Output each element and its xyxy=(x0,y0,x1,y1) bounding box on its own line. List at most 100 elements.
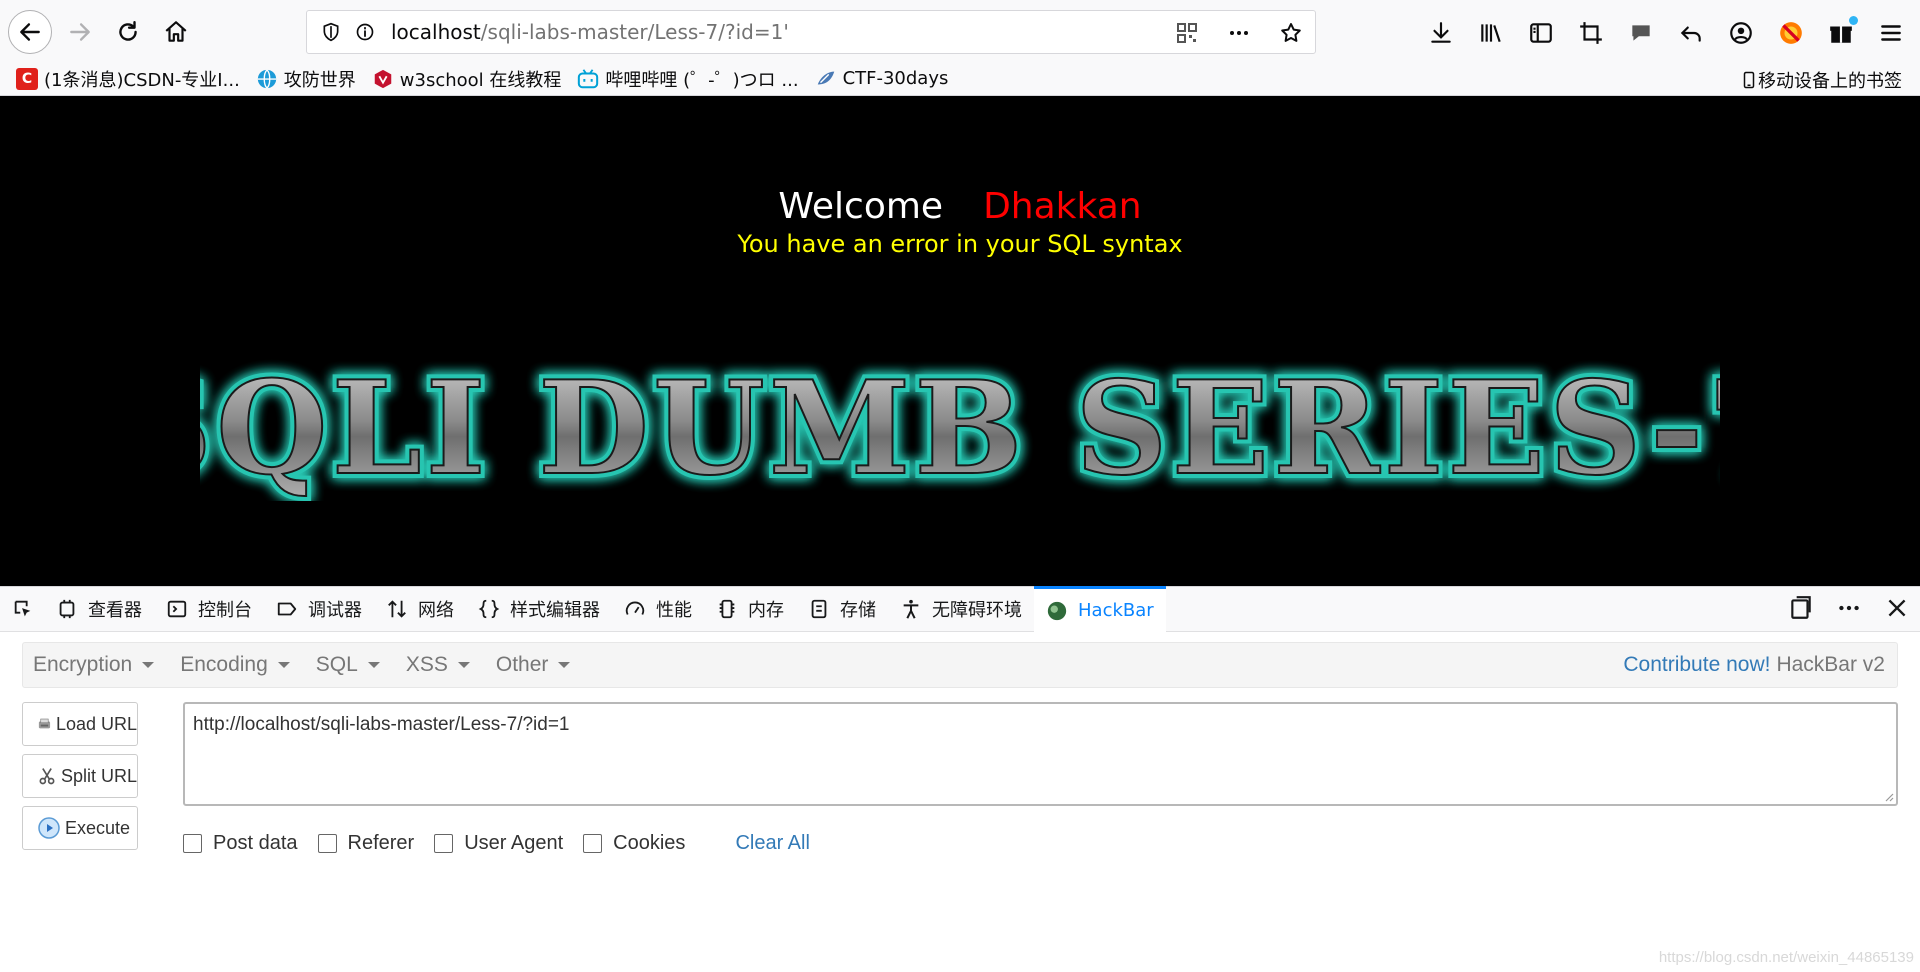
tab-console[interactable]: 控制台 xyxy=(154,586,264,632)
bookmarks-toolbar: C (1条消息)CSDN-专业I... 攻防世界 w3school 在线教程 哔… xyxy=(0,62,1920,96)
user-agent-checkbox[interactable] xyxy=(434,834,454,853)
network-icon xyxy=(388,600,406,618)
extensions-button[interactable] xyxy=(1828,16,1858,46)
option-label: Referer xyxy=(347,832,415,854)
dropdown-caret-icon xyxy=(367,662,380,668)
bookmark-label: CTF-30days xyxy=(842,68,949,89)
bookmark-ctf-30days[interactable]: CTF-30days xyxy=(815,68,949,90)
sidebar-button[interactable] xyxy=(1528,20,1554,46)
screenshot-button[interactable] xyxy=(1578,20,1604,46)
library-button[interactable] xyxy=(1478,20,1504,46)
tracking-protection-icon[interactable] xyxy=(321,22,341,42)
chat-bubble-icon xyxy=(1632,25,1650,41)
mobile-bookmarks-label: 移动设备上的书签 xyxy=(1758,71,1902,92)
account-button[interactable] xyxy=(1728,20,1754,46)
menu-encoding[interactable]: Encoding xyxy=(170,653,306,677)
library-icon xyxy=(1481,24,1501,43)
url-host: localhost xyxy=(391,20,481,44)
hackbar-icon xyxy=(1047,601,1067,620)
execute-button[interactable]: Execute xyxy=(22,806,138,850)
resize-grip-icon[interactable] xyxy=(1882,790,1894,802)
cookies-checkbox[interactable] xyxy=(583,834,603,853)
tab-inspector[interactable]: 查看器 xyxy=(44,586,154,632)
back-button[interactable] xyxy=(8,10,52,54)
bookmark-bilibili[interactable]: 哔哩哔哩 (゜-゜)つロ ... xyxy=(577,66,799,92)
style-editor-icon xyxy=(478,599,500,619)
tab-hackbar[interactable]: HackBar xyxy=(1034,586,1166,632)
tab-network[interactable]: 网络 xyxy=(374,586,466,632)
page-actions-icon[interactable] xyxy=(1227,21,1251,45)
menu-label: SQL xyxy=(315,653,358,676)
menu-encryption[interactable]: Encryption xyxy=(23,653,170,677)
svg-text:SQLI DUMB SERIES-7: SQLI DUMB SERIES-7 xyxy=(200,354,1720,501)
tab-debugger[interactable]: 调试器 xyxy=(264,586,374,632)
devtools-options-icon[interactable] xyxy=(1836,595,1862,621)
url-bar[interactable]: localhost/sqli-labs-master/Less-7/?id=1' xyxy=(306,10,1316,54)
mobile-bookmarks[interactable]: 移动设备上的书签 xyxy=(1740,67,1902,93)
tab-accessibility[interactable]: 无障碍环境 xyxy=(888,586,1034,632)
watermark: https://blog.csdn.net/weixin_44865139 xyxy=(1658,949,1914,966)
performance-icon xyxy=(625,601,645,615)
url-text[interactable]: localhost/sqli-labs-master/Less-7/?id=1' xyxy=(391,20,789,44)
hackbar-menu-bar: Encryption Encoding SQL XSS Other Contri… xyxy=(22,642,1898,688)
sql-error-message: You have an error in your SQL syntax xyxy=(737,230,1183,258)
debugger-icon xyxy=(277,602,297,616)
crop-icon xyxy=(1580,22,1602,44)
bookmark-csdn[interactable]: C (1条消息)CSDN-专业I... xyxy=(16,66,240,92)
referer-checkbox[interactable] xyxy=(317,834,337,853)
chat-button[interactable] xyxy=(1628,20,1654,46)
bookmark-label: w3school 在线教程 xyxy=(399,69,562,91)
dock-side-icon[interactable] xyxy=(1788,595,1814,621)
storage-icon xyxy=(811,599,827,619)
tab-performance[interactable]: 性能 xyxy=(612,586,704,632)
bookmark-gongfang[interactable]: 攻防世界 xyxy=(256,66,356,92)
menu-button[interactable] xyxy=(1878,20,1904,46)
option-label: Post data xyxy=(213,832,298,854)
load-url-icon xyxy=(38,718,51,729)
menu-sql[interactable]: SQL xyxy=(306,653,396,677)
url-textarea[interactable]: http://localhost/sqli-labs-master/Less-7… xyxy=(183,702,1898,806)
notification-dot xyxy=(1849,16,1858,25)
tab-label: 调试器 xyxy=(308,600,362,621)
bookmark-star-icon[interactable] xyxy=(1279,21,1303,45)
url-textarea-value: http://localhost/sqli-labs-master/Less-7… xyxy=(193,714,570,735)
split-url-button[interactable]: Split URL xyxy=(22,754,138,798)
site-info-icon[interactable] xyxy=(355,22,375,42)
undo-button[interactable] xyxy=(1678,20,1704,46)
tab-label: 存储 xyxy=(840,600,876,621)
close-devtools-icon[interactable] xyxy=(1884,595,1910,621)
option-referer[interactable]: Referer xyxy=(317,832,415,855)
request-options: Post data Referer User Agent Cookies Cle… xyxy=(183,832,810,855)
tab-memory[interactable]: 内存 xyxy=(704,586,796,632)
qr-code-icon[interactable] xyxy=(1175,21,1199,45)
bilibili-logo-icon xyxy=(577,68,599,90)
tab-style-editor[interactable]: 样式编辑器 xyxy=(466,586,612,632)
menu-xss[interactable]: XSS xyxy=(396,653,486,677)
element-picker-button[interactable] xyxy=(0,586,44,632)
bookmark-w3school[interactable]: w3school 在线教程 xyxy=(372,66,562,92)
devtools-toolbar: 查看器 控制台 调试器 网络 样式编辑器 性能 内存 存储 无障碍环境 Hack… xyxy=(0,586,1920,632)
option-post-data[interactable]: Post data xyxy=(183,832,298,855)
split-url-label: Split URL xyxy=(60,765,137,786)
load-url-button[interactable]: Load URL xyxy=(22,702,138,746)
option-user-agent[interactable]: User Agent xyxy=(434,832,563,855)
hamburger-menu-icon xyxy=(1881,25,1901,41)
clear-all-link[interactable]: Clear All xyxy=(735,832,809,855)
home-button[interactable] xyxy=(154,10,198,54)
reload-button[interactable] xyxy=(106,10,150,54)
w3school-logo-icon xyxy=(372,68,394,90)
execute-label: Execute xyxy=(65,817,131,838)
tab-label: 网络 xyxy=(418,600,454,621)
tab-storage[interactable]: 存储 xyxy=(796,586,888,632)
back-arrow-icon xyxy=(20,23,40,41)
option-cookies[interactable]: Cookies xyxy=(583,832,685,855)
forward-button[interactable] xyxy=(58,10,102,54)
home-icon xyxy=(165,21,187,42)
downloads-button[interactable] xyxy=(1428,20,1454,46)
dropdown-caret-icon xyxy=(142,662,155,668)
post-data-checkbox[interactable] xyxy=(183,834,202,853)
contribute-link[interactable]: Contribute now! xyxy=(1623,653,1770,676)
menu-other[interactable]: Other xyxy=(486,653,587,677)
blocker-extension-button[interactable] xyxy=(1778,20,1804,46)
load-url-label: Load URL xyxy=(55,713,137,734)
